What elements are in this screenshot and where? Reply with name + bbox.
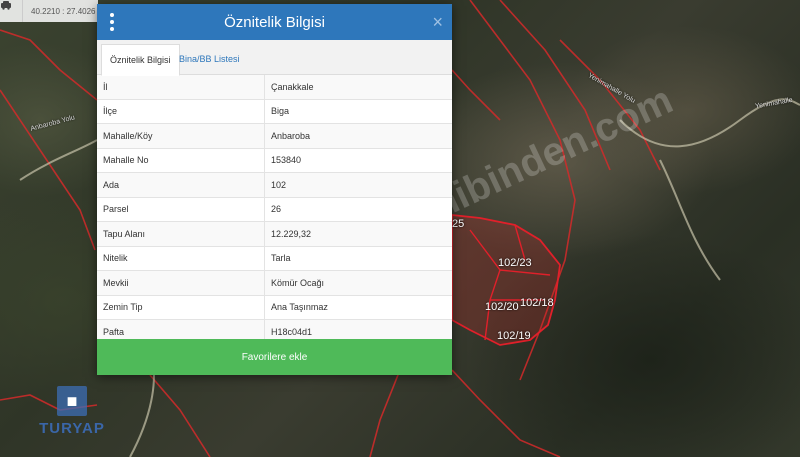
table-row: Mahalle No 153840 bbox=[97, 148, 452, 173]
parcel-label: 102/23 bbox=[498, 257, 532, 269]
dialog-title: Öznitelik Bilgisi bbox=[224, 13, 325, 31]
attribute-key: Parsel bbox=[97, 197, 265, 222]
table-row: Zemin Tip Ana Taşınmaz bbox=[97, 295, 452, 320]
dialog-header: Öznitelik Bilgisi × bbox=[97, 4, 452, 40]
attribute-value: Biga bbox=[264, 99, 452, 124]
table-row: Nitelik Tarla bbox=[97, 246, 452, 271]
attribute-key: İlçe bbox=[97, 99, 265, 124]
attribute-value: Ana Taşınmaz bbox=[264, 295, 452, 320]
close-icon[interactable]: × bbox=[432, 12, 443, 33]
attribute-value: Kömür Ocağı bbox=[264, 270, 452, 296]
table-row: Mevkii Kömür Ocağı bbox=[97, 270, 452, 296]
table-row: Parsel 26 bbox=[97, 197, 452, 222]
attribute-key: Tapu Alanı bbox=[97, 221, 265, 247]
tab-attribute-info[interactable]: Öznitelik Bilgisi bbox=[101, 44, 180, 76]
attribute-key: Nitelik bbox=[97, 246, 265, 271]
attribute-key: Ada bbox=[97, 172, 265, 198]
parcel-label: 102/18 bbox=[520, 297, 554, 309]
attribute-value: 12.229,32 bbox=[264, 221, 452, 247]
more-vertical-icon[interactable] bbox=[107, 13, 117, 31]
coordinate-readout: 40.2210 : 27.4026 bbox=[0, 0, 98, 22]
attribute-table: İl Çanakkale İlçe Biga Mahalle/Köy Anbaroba Ma… bbox=[97, 75, 452, 345]
dialog-tabs: Öznitelik Bilgisi Bina/BB Listesi bbox=[97, 40, 452, 76]
turyap-logo: ■ TURYAP bbox=[22, 386, 122, 438]
tab-building-list[interactable]: Bina/BB Listesi bbox=[171, 44, 248, 74]
coordinate-text: 40.2210 : 27.4026 bbox=[31, 6, 96, 16]
attribute-key: Mahalle No bbox=[97, 148, 265, 173]
attribute-value: 26 bbox=[264, 197, 452, 222]
logo-text: TURYAP bbox=[39, 420, 105, 437]
attribute-value: Anbaroba bbox=[264, 123, 452, 149]
handshake-icon: ■ bbox=[57, 386, 87, 416]
attribute-value: Çanakkale bbox=[264, 75, 452, 100]
table-row: İl Çanakkale bbox=[97, 75, 452, 100]
table-row: Mahalle/Köy Anbaroba bbox=[97, 123, 452, 149]
attribute-key: Mevkii bbox=[97, 270, 265, 296]
attribute-key: Zemin Tip bbox=[97, 295, 265, 320]
attribute-key: Mahalle/Köy bbox=[97, 123, 265, 149]
parcel-label: 102/20 bbox=[485, 301, 519, 313]
parcel-label: 102/19 bbox=[497, 330, 531, 342]
attribute-key: İl bbox=[97, 75, 265, 100]
table-row: Ada 102 bbox=[97, 172, 452, 198]
attribute-value: Tarla bbox=[264, 246, 452, 271]
attribute-value: 153840 bbox=[264, 148, 452, 173]
table-row: Tapu Alanı 12.229,32 bbox=[97, 221, 452, 247]
add-to-favorites-button[interactable]: Favorilere ekle bbox=[97, 339, 452, 375]
car-icon[interactable] bbox=[0, 0, 23, 22]
attribute-value: 102 bbox=[264, 172, 452, 198]
table-row: İlçe Biga bbox=[97, 99, 452, 124]
attribute-dialog: Öznitelik Bilgisi × Öznitelik Bilgisi Bi… bbox=[97, 4, 452, 375]
